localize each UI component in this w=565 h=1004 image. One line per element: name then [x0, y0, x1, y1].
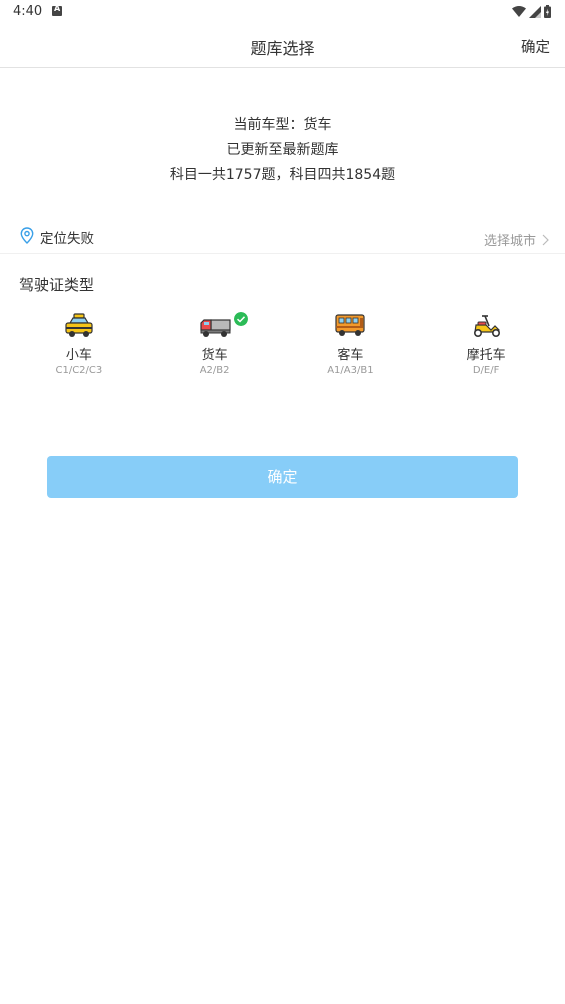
bus-icon [335, 314, 365, 336]
license-type-car[interactable]: 小车 C1/C2/C3 [11, 312, 147, 388]
select-city-label: 选择城市 [483, 234, 536, 249]
truck-icon [200, 319, 231, 337]
license-type-name: 小车 [65, 348, 92, 363]
license-type-code: D/E/F [472, 365, 500, 376]
signal-icon [529, 5, 541, 18]
motorcycle-icon [474, 315, 501, 337]
status-icons [512, 5, 551, 18]
wifi-icon [512, 6, 526, 17]
location-row: 定位失败 选择城市 [0, 222, 565, 254]
license-type-name: 货车 [201, 348, 228, 363]
question-count: 科目一共1757题，科目四共1854题 [169, 167, 396, 183]
license-type-truck[interactable]: 货车 A2/B2 [147, 312, 283, 388]
selected-check-icon [233, 312, 248, 326]
license-type-code: A2/B2 [199, 365, 230, 376]
status-bar: 4:40 [0, 0, 565, 24]
header-confirm-button[interactable]: 确定 [521, 36, 550, 57]
location-status: 定位失败 [40, 231, 94, 247]
battery-icon [544, 5, 551, 18]
page-title: 题库选择 [250, 39, 315, 58]
license-type-bus[interactable]: 客车 A1/A3/B1 [283, 312, 419, 388]
select-city-button[interactable]: 选择城市 [484, 230, 549, 249]
status-time: 4:40 [13, 4, 43, 19]
car-icon [65, 313, 93, 337]
current-vehicle-type: 当前车型：货车 [233, 117, 332, 133]
license-type-grid: 小车 C1/C2/C3 货车 A2/B2 客车 A1/A3/B1 摩托车 D/E… [11, 312, 554, 388]
license-type-code: A1/A3/B1 [327, 365, 374, 376]
notification-icon [52, 4, 62, 16]
license-type-motorcycle[interactable]: 摩托车 D/E/F [418, 312, 554, 388]
update-status: 已更新至最新题库 [226, 142, 339, 158]
question-bank-info: 当前车型：货车 已更新至最新题库 科目一共1757题，科目四共1854题 [0, 114, 565, 189]
license-type-code: C1/C2/C3 [55, 365, 103, 376]
license-type-name: 客车 [337, 348, 364, 363]
location-pin-icon [20, 227, 34, 244]
chevron-right-icon [542, 234, 549, 245]
license-type-title: 驾驶证类型 [19, 276, 95, 294]
confirm-button[interactable]: 确定 [47, 456, 518, 498]
nav-bar: 题库选择 确定 [0, 24, 565, 68]
license-type-name: 摩托车 [466, 348, 506, 363]
